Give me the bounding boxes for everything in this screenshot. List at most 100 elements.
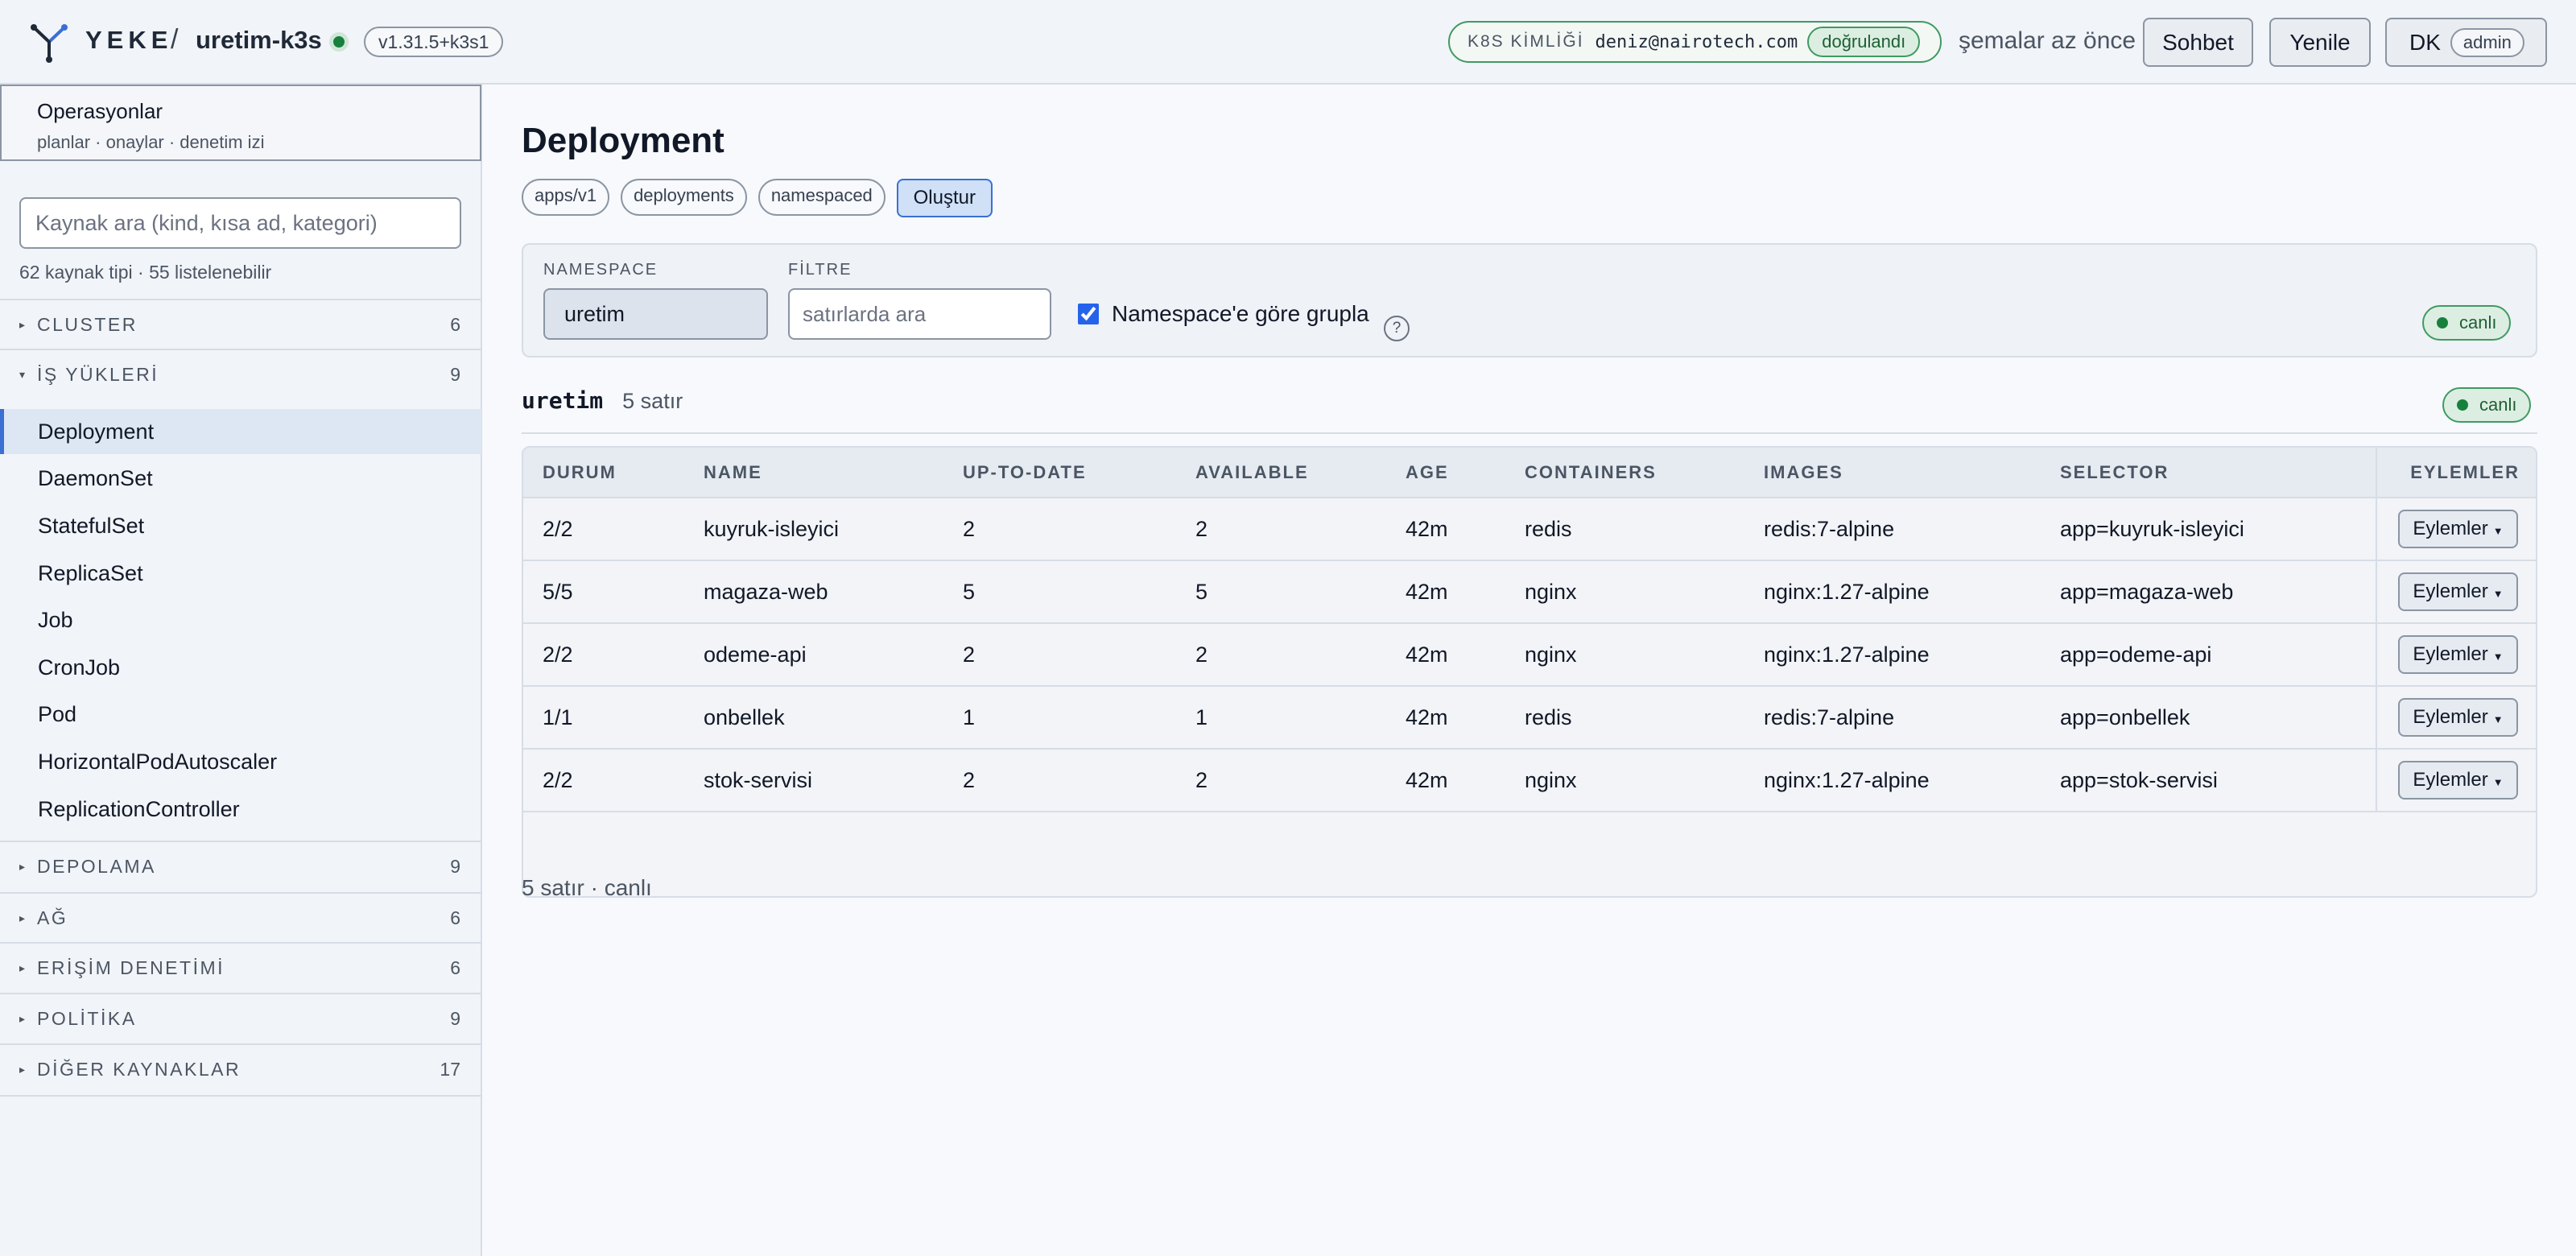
k8s-identity-badge[interactable]: K8S KİMLİĞİ deniz@nairotech.com doğrulan… bbox=[1448, 21, 1942, 63]
sidebar-group-policy[interactable]: ▸ POLİTİKA 9 bbox=[0, 993, 481, 1043]
refresh-button[interactable]: Yenile bbox=[2269, 18, 2371, 67]
sidebar-group-access-control[interactable]: ▸ ERİŞİM DENETİMİ 6 bbox=[0, 942, 481, 992]
sidebar-group-other-resources[interactable]: ▸ DİĞER KAYNAKLAR 17 bbox=[0, 1043, 481, 1093]
sidebar-item-hpa[interactable]: HorizontalPodAutoscaler bbox=[0, 739, 481, 784]
column-header-available[interactable]: AVAILABLE bbox=[1176, 448, 1386, 498]
cell-age: 42m bbox=[1386, 498, 1505, 561]
cell-name[interactable]: magaza-web bbox=[684, 560, 943, 624]
cell-available: 2 bbox=[1176, 749, 1386, 812]
cell-containers: redis bbox=[1505, 498, 1744, 561]
user-role-badge: admin bbox=[2450, 27, 2524, 57]
sidebar-item-replicationcontroller[interactable]: ReplicationController bbox=[0, 787, 481, 832]
cell-up-to-date: 1 bbox=[943, 686, 1176, 750]
table-row[interactable]: 2/2 odeme-api 2 2 42m nginx nginx:1.27-a… bbox=[523, 623, 2536, 687]
cell-up-to-date: 5 bbox=[943, 560, 1176, 624]
identity-label: K8S KİMLİĞİ bbox=[1468, 32, 1584, 51]
user-initials: DK bbox=[2409, 29, 2441, 55]
actions-label: Eylemler bbox=[2413, 769, 2488, 791]
column-header-name[interactable]: NAME bbox=[684, 448, 943, 498]
row-actions-button[interactable]: Eylemler ▼ bbox=[2398, 510, 2518, 548]
deployment-table: DURUM NAME UP-TO-DATE AVAILABLE AGE CONT… bbox=[522, 446, 2537, 898]
sidebar-item-cronjob[interactable]: CronJob bbox=[0, 645, 481, 690]
group-count: 9 bbox=[450, 1007, 460, 1029]
column-header-status[interactable]: DURUM bbox=[523, 448, 684, 498]
main-content: Deployment apps/v1 deployments namespace… bbox=[483, 85, 2576, 1256]
section-namespace: uretim bbox=[522, 387, 604, 414]
cell-status: 1/1 bbox=[523, 686, 684, 750]
cell-images: nginx:1.27-alpine bbox=[1744, 560, 2041, 624]
cell-actions: Eylemler ▼ bbox=[2376, 749, 2536, 812]
cell-status: 2/2 bbox=[523, 623, 684, 687]
cell-actions: Eylemler ▼ bbox=[2376, 623, 2536, 687]
cluster-status-dot-icon bbox=[329, 32, 349, 52]
cell-actions: Eylemler ▼ bbox=[2376, 560, 2536, 624]
page-title: Deployment bbox=[522, 121, 724, 160]
cell-name[interactable]: stok-servisi bbox=[684, 749, 943, 812]
sidebar-group-network[interactable]: ▸ AĞ 6 bbox=[0, 892, 481, 942]
sidebar-item-daemonset[interactable]: DaemonSet bbox=[0, 456, 481, 501]
table-row[interactable]: 1/1 onbellek 1 1 42m redis redis:7-alpin… bbox=[523, 686, 2536, 750]
namespace-field[interactable] bbox=[543, 288, 768, 340]
column-header-images[interactable]: IMAGES bbox=[1744, 448, 2041, 498]
column-header-age[interactable]: AGE bbox=[1386, 448, 1505, 498]
sidebar-item-replicaset[interactable]: ReplicaSet bbox=[0, 551, 481, 596]
cell-age: 42m bbox=[1386, 623, 1505, 687]
sidebar-group-storage[interactable]: ▸ DEPOLAMA 9 bbox=[0, 841, 481, 890]
cell-name[interactable]: kuyruk-isleyici bbox=[684, 498, 943, 561]
yeke-logo-icon[interactable] bbox=[29, 23, 69, 63]
sidebar-item-pod[interactable]: Pod bbox=[0, 692, 481, 737]
group-by-namespace-label[interactable]: Namespace'e göre grupla bbox=[1112, 301, 1369, 327]
group-count: 9 bbox=[450, 363, 460, 385]
cell-name[interactable]: onbellek bbox=[684, 686, 943, 750]
cell-up-to-date: 2 bbox=[943, 623, 1176, 687]
chevron-down-icon: ▾ bbox=[19, 367, 26, 381]
cell-selector: app=stok-servisi bbox=[2041, 749, 2376, 812]
caret-down-icon: ▼ bbox=[2492, 651, 2504, 663]
live-status-badge: canlı bbox=[2422, 305, 2512, 341]
chevron-right-icon: ▸ bbox=[19, 1062, 26, 1076]
chat-button[interactable]: Sohbet bbox=[2143, 18, 2253, 67]
row-actions-button[interactable]: Eylemler ▼ bbox=[2398, 698, 2518, 737]
group-by-namespace-checkbox[interactable] bbox=[1078, 304, 1099, 324]
sidebar-group-cluster[interactable]: ▸ CLUSTER 6 bbox=[0, 299, 481, 349]
group-count: 17 bbox=[440, 1058, 460, 1080]
table-row[interactable]: 2/2 kuyruk-isleyici 2 2 42m redis redis:… bbox=[523, 498, 2536, 561]
cell-available: 5 bbox=[1176, 560, 1386, 624]
sidebar-group-workloads[interactable]: ▾ İŞ YÜKLERİ 9 bbox=[0, 349, 481, 399]
cell-images: nginx:1.27-alpine bbox=[1744, 749, 2041, 812]
chevron-right-icon: ▸ bbox=[19, 317, 26, 331]
row-actions-button[interactable]: Eylemler ▼ bbox=[2398, 761, 2518, 799]
chevron-right-icon: ▸ bbox=[19, 961, 26, 974]
live-status-label: canlı bbox=[2479, 395, 2517, 415]
table-row[interactable]: 5/5 magaza-web 5 5 42m nginx nginx:1.27-… bbox=[523, 560, 2536, 624]
live-status-label: canlı bbox=[2459, 312, 2497, 333]
help-icon[interactable]: ? bbox=[1384, 316, 1410, 341]
cell-up-to-date: 2 bbox=[943, 749, 1176, 812]
sidebar-item-statefulset[interactable]: StatefulSet bbox=[0, 503, 481, 548]
actions-label: Eylemler bbox=[2413, 643, 2488, 665]
version-badge: v1.31.5+k3s1 bbox=[364, 27, 504, 57]
cell-name[interactable]: odeme-api bbox=[684, 623, 943, 687]
section-divider bbox=[522, 432, 2537, 434]
column-header-up-to-date[interactable]: UP-TO-DATE bbox=[943, 448, 1176, 498]
operations-link[interactable]: Operasyonlar planlar · onaylar · denetim… bbox=[0, 85, 481, 161]
row-filter-input[interactable] bbox=[788, 288, 1051, 340]
cell-images: redis:7-alpine bbox=[1744, 498, 2041, 561]
chevron-right-icon: ▸ bbox=[19, 911, 26, 924]
cluster-name[interactable]: uretim-k3s bbox=[196, 26, 322, 55]
sidebar-item-deployment[interactable]: Deployment bbox=[0, 409, 481, 454]
column-header-selector[interactable]: SELECTOR bbox=[2041, 448, 2376, 498]
row-actions-button[interactable]: Eylemler ▼ bbox=[2398, 572, 2518, 611]
actions-label: Eylemler bbox=[2413, 580, 2488, 602]
user-menu-button[interactable]: DK admin bbox=[2385, 18, 2547, 67]
row-actions-button[interactable]: Eylemler ▼ bbox=[2398, 635, 2518, 674]
table-row[interactable]: 2/2 stok-servisi 2 2 42m nginx nginx:1.2… bbox=[523, 749, 2536, 812]
cell-selector: app=onbellek bbox=[2041, 686, 2376, 750]
chevron-right-icon: ▸ bbox=[19, 859, 26, 873]
sidebar-item-job[interactable]: Job bbox=[0, 597, 481, 642]
cell-age: 42m bbox=[1386, 560, 1505, 624]
create-button[interactable]: Oluştur bbox=[896, 179, 993, 217]
column-header-containers[interactable]: CONTAINERS bbox=[1505, 448, 1744, 498]
top-bar: YEKE / uretim-k3s v1.31.5+k3s1 K8S KİMLİ… bbox=[0, 0, 2576, 85]
resource-search-input[interactable] bbox=[19, 197, 461, 249]
